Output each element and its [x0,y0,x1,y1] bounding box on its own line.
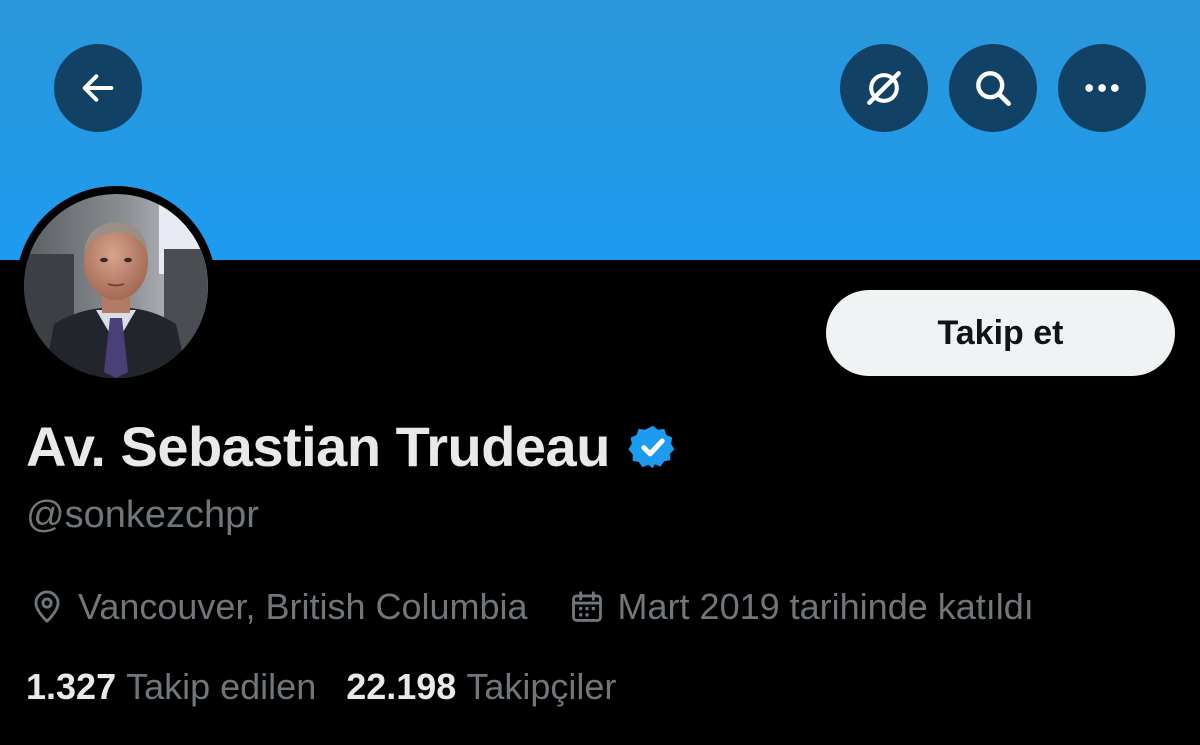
username-handle: @sonkezchpr [26,494,259,536]
follow-button[interactable]: Takip et [826,290,1175,376]
back-button[interactable] [54,44,142,132]
display-name: Av. Sebastian Trudeau [26,415,610,478]
avatar-frame[interactable] [16,186,216,386]
following-link[interactable]: 1.327 Takip edilen [26,666,316,708]
followers-link[interactable]: 22.198 Takipçiler [346,666,616,708]
grok-button[interactable] [840,44,928,132]
following-label: Takip edilen [126,666,317,707]
profile-photo-image [24,194,208,378]
name-row: Av. Sebastian Trudeau [26,414,678,479]
grok-icon [867,71,901,105]
location-pin-icon [34,590,60,623]
calendar-icon [571,591,602,622]
following-count: 1.327 [26,666,117,707]
search-icon [976,71,1011,106]
arrow-left-icon [82,74,114,102]
follow-stats: 1.327 Takip edilen 22.198 Takipçiler [26,666,616,708]
join-date-item: Mart 2019 tarihinde katıldı [568,586,1034,628]
avatar[interactable] [24,194,208,378]
verified-badge-icon[interactable] [628,422,678,472]
followers-label: Takipçiler [466,666,617,707]
followers-count: 22.198 [346,666,457,707]
join-date-text: Mart 2019 tarihinde katıldı [617,586,1034,627]
profile-meta: Vancouver, British Columbia Mart 2019 ta… [28,586,1034,628]
more-options-button[interactable] [1058,44,1146,132]
location-item: Vancouver, British Columbia [28,586,528,628]
search-button[interactable] [949,44,1037,132]
more-horizontal-icon [1085,84,1119,92]
location-text: Vancouver, British Columbia [78,586,528,627]
